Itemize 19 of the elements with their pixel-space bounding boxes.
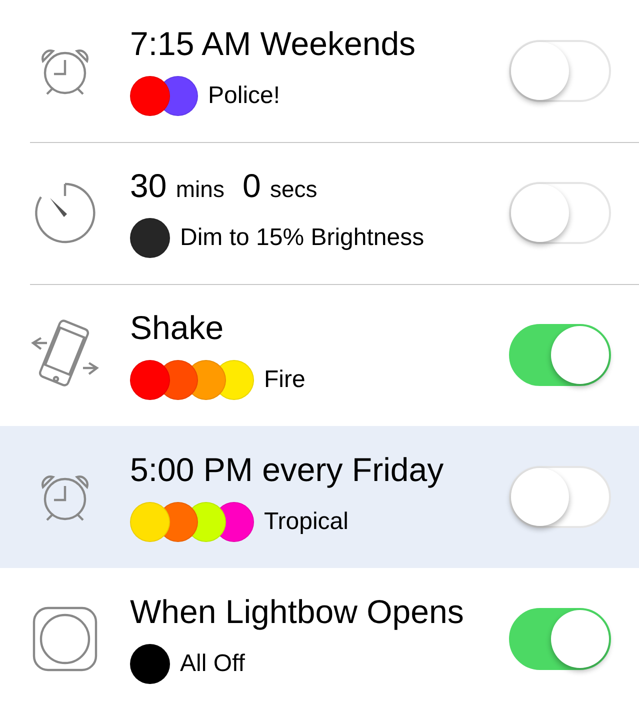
scene-name: Tropical [264,506,348,536]
list-row[interactable]: 30 mins 0 secs Dim to 15% Brightness [0,142,639,284]
list-row[interactable]: Shake Fire [0,284,639,426]
row-title: 7:15 AM Weekends [130,26,417,60]
scene-name: Dim to 15% Brightness [180,222,424,252]
row-title: Shake [130,310,225,344]
scene-name: Police! [208,80,280,110]
row-title: When Lightbow Opens [130,594,465,628]
toggle-switch[interactable] [509,324,611,386]
scene-name: Fire [264,364,306,394]
list-row[interactable]: When Lightbow Opens All Off [0,568,639,710]
list-row[interactable]: 5:00 PM every Friday Tropical [0,426,639,568]
app-icon [32,606,98,672]
scene-name: All Off [180,648,245,678]
toggle-switch[interactable] [509,608,611,670]
timer-icon [32,180,98,246]
list-row[interactable]: 7:15 AM Weekends Police! [0,0,639,142]
row-title: 30 mins 0 secs [130,168,318,202]
row-title: 5:00 PM every Friday [130,452,445,486]
